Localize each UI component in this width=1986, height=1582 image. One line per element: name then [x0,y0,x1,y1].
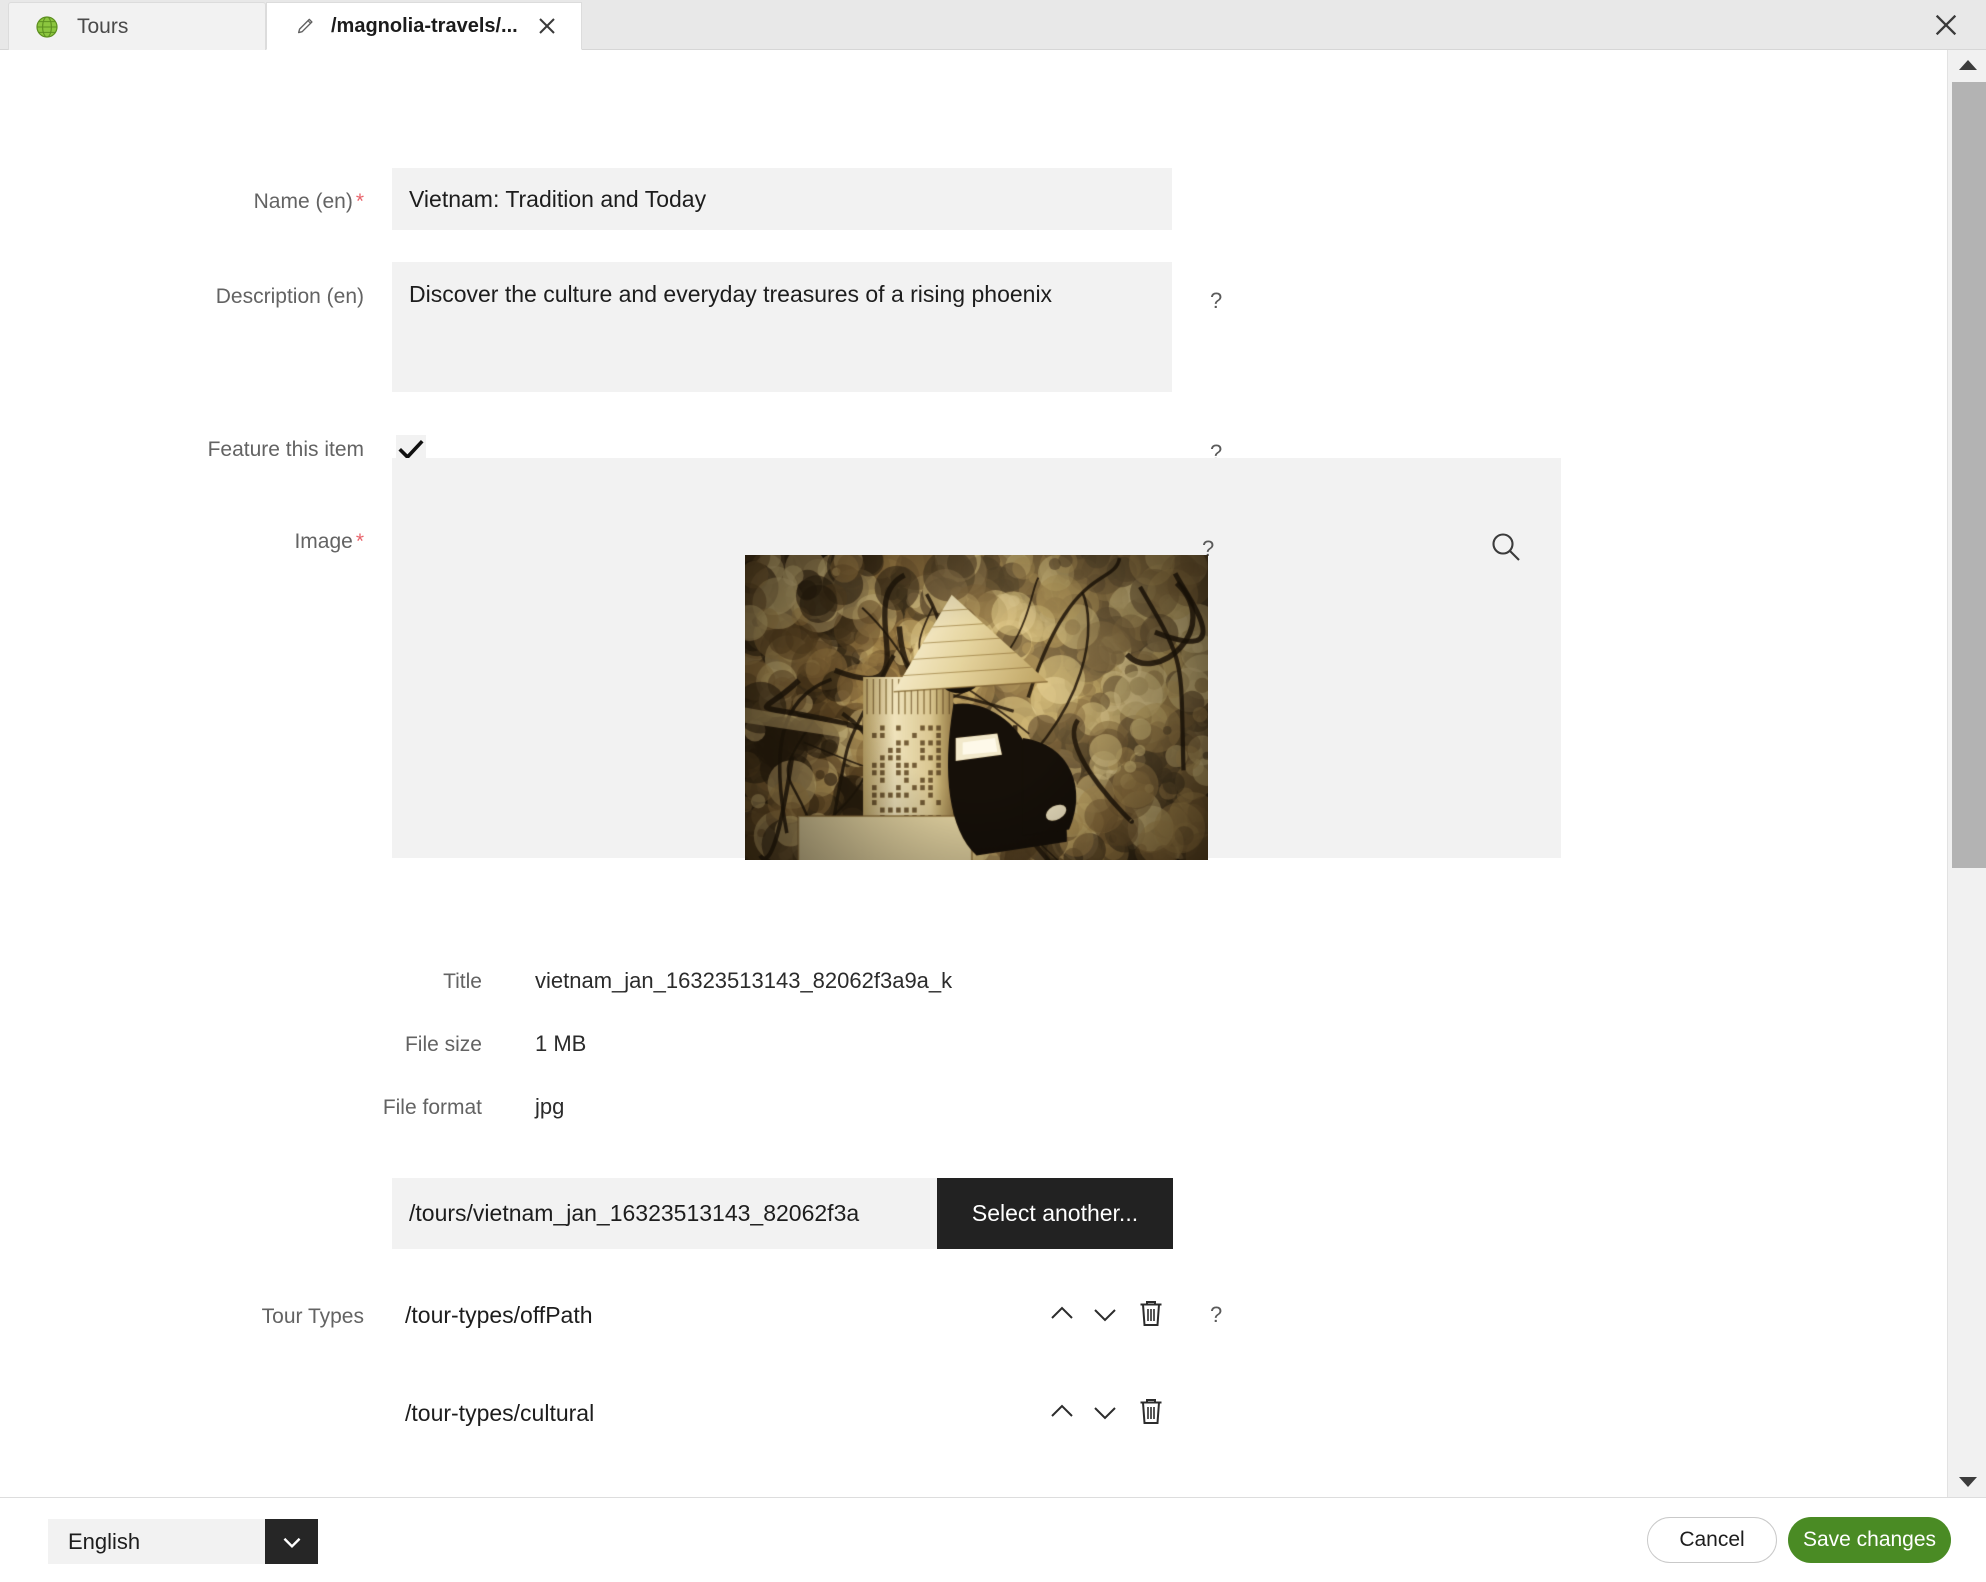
scroll-down-button[interactable] [1948,1467,1986,1497]
language-dropdown-arrow[interactable] [265,1519,318,1564]
form-scroll-area: Name (en) * Vietnam: Tradition and Today … [0,50,1947,1497]
move-up-icon[interactable] [1044,1296,1080,1332]
language-selector[interactable]: English [48,1519,318,1564]
tab-bar: Tours /magnolia-travels/... [0,0,1986,50]
tour-types-help-icon[interactable]: ? [1210,1302,1222,1328]
vertical-scrollbar[interactable] [1947,50,1986,1497]
feature-field-label: Feature this item [207,438,364,461]
image-field-label: Image * [294,530,364,553]
asset-path-input[interactable]: /tours/vietnam_jan_16323513143_82062f3a [392,1178,937,1249]
move-down-icon[interactable] [1087,1296,1123,1332]
description-input[interactable]: Discover the culture and everyday treasu… [392,262,1172,392]
save-changes-button[interactable]: Save changes [1788,1517,1951,1563]
select-another-button[interactable]: Select another... [937,1178,1173,1249]
move-up-icon[interactable] [1044,1394,1080,1430]
trash-icon[interactable] [1133,1392,1169,1430]
magnifier-icon[interactable] [1489,530,1523,569]
trash-icon[interactable] [1133,1294,1169,1332]
tour-type-value[interactable]: /tour-types/offPath [405,1302,593,1329]
scrollbar-thumb[interactable] [1952,82,1986,868]
meta-value-file-size: 1 MB [535,1031,587,1056]
language-selected-value: English [48,1519,265,1564]
image-preview-box[interactable]: ? [392,458,1561,860]
name-required-marker: * [355,190,364,213]
pencil-icon [295,15,317,37]
image-thumbnail[interactable] [745,555,1208,860]
chevron-down-icon [1958,1477,1977,1487]
meta-label-title: Title [443,970,482,993]
meta-value-title: vietnam_jan_16323513143_82062f3a9a_k [535,968,953,993]
tab-tours-label: Tours [77,14,129,38]
meta-value-file-format: jpg [535,1094,565,1119]
magnolia-edit-dialog: Tours /magnolia-travels/... Name (en) * … [0,0,1986,1582]
name-input[interactable]: Vietnam: Tradition and Today [392,168,1172,230]
tab-magnolia-travels-label: /magnolia-travels/... [331,14,518,37]
description-help-icon[interactable]: ? [1210,288,1222,314]
globe-icon [35,15,59,39]
image-required-marker: * [355,530,364,553]
tab-magnolia-travels[interactable]: /magnolia-travels/... [266,2,582,50]
move-down-icon[interactable] [1087,1394,1123,1430]
name-field-label: Name (en) * [253,190,364,213]
description-field-label: Description (en) [215,285,364,308]
tour-type-value[interactable]: /tour-types/cultural [405,1400,594,1427]
window-close-icon[interactable] [1932,11,1960,39]
tab-close-icon[interactable] [535,14,559,38]
dialog-footer: English Cancel Save changes [0,1497,1986,1582]
meta-label-file-size: File size [404,1033,482,1056]
trash-icon[interactable] [1133,1490,1169,1497]
chevron-up-icon [1958,60,1977,70]
tour-types-label: Tour Types [261,1305,364,1328]
meta-label-file-format: File format [382,1096,482,1119]
cancel-button[interactable]: Cancel [1647,1517,1777,1563]
scroll-up-button[interactable] [1948,50,1986,80]
tab-tours[interactable]: Tours [8,2,266,50]
